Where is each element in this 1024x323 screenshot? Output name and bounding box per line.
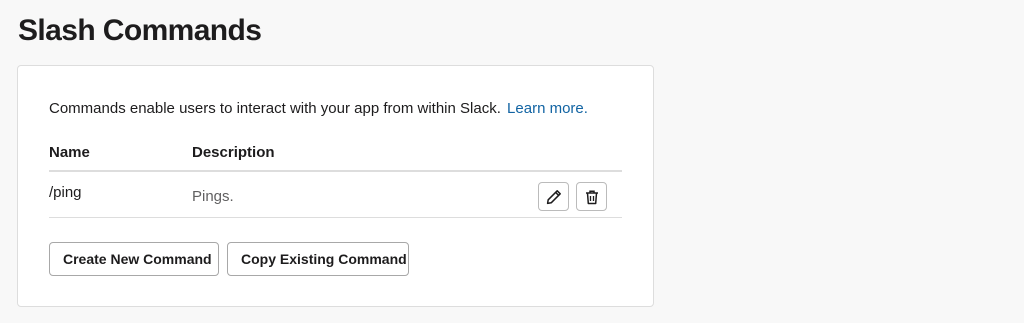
learn-more-link[interactable]: Learn more.	[507, 100, 588, 117]
command-name: /ping	[49, 184, 82, 201]
intro-paragraph: Commands enable users to interact with y…	[49, 99, 588, 119]
intro-text: Commands enable users to interact with y…	[49, 100, 501, 117]
edit-command-button[interactable]	[538, 182, 569, 211]
column-header-name: Name	[49, 144, 90, 161]
trash-icon	[584, 189, 600, 205]
copy-existing-command-button[interactable]: Copy Existing Command	[227, 242, 409, 276]
table-row: /ping Pings.	[49, 173, 622, 218]
delete-command-button[interactable]	[576, 182, 607, 211]
command-description: Pings.	[192, 188, 234, 205]
column-header-description: Description	[192, 144, 275, 161]
create-new-command-button[interactable]: Create New Command	[49, 242, 219, 276]
page-title: Slash Commands	[18, 14, 262, 47]
table-header: Name Description	[49, 144, 622, 172]
commands-card: Commands enable users to interact with y…	[17, 65, 654, 307]
pencil-icon	[546, 189, 562, 205]
